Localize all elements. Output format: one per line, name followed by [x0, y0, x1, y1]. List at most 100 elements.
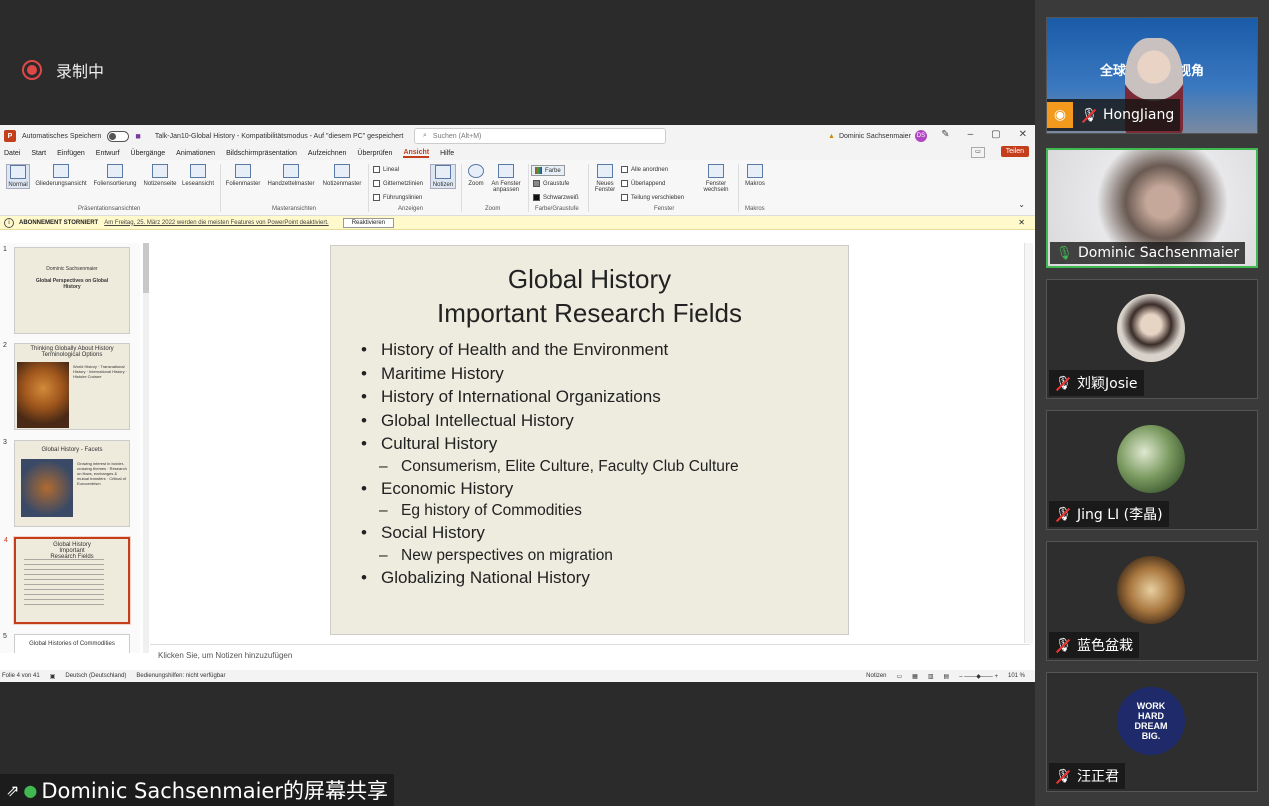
slide-thumbnail-5[interactable]: 5 Global Histories of Commodities [3, 633, 130, 653]
language-status[interactable]: Deutsch (Deutschland) [65, 673, 126, 679]
participant-tile-wang[interactable]: WORK HARD DREAM BIG. 🎙 汪正君 [1046, 672, 1258, 792]
cascade-button[interactable]: Überlappend [621, 180, 665, 187]
notes-status-button[interactable]: Notizen [866, 673, 886, 679]
thumb-title: Thinking Globally About History Terminol… [30, 346, 114, 358]
reading-view-button[interactable]: Leseansicht [180, 164, 216, 187]
slide-thumbnail-2[interactable]: 2 Thinking Globally About History Termin… [3, 342, 130, 430]
maximize-icon[interactable]: ▢ [991, 129, 1000, 140]
menu-einfuegen[interactable]: Einfügen [57, 150, 85, 157]
cascade-label: Überlappend [631, 180, 666, 187]
slide-sorter-button[interactable]: Foliensortierung [90, 164, 140, 187]
comment-icon[interactable]: ▭ [971, 147, 985, 158]
slide-title: Global History [507, 264, 672, 294]
slide-thumbnail-4[interactable]: 4 Global History Important Research Fiel… [4, 536, 131, 625]
move-split-button[interactable]: Teilung verschieben [621, 194, 684, 201]
search-icon: ⌕ [423, 132, 427, 139]
user-account[interactable]: ▲ Dominic Sachsenmaier DS [828, 130, 927, 142]
menu-datei[interactable]: Datei [4, 150, 20, 157]
macros-button[interactable]: Makros [742, 164, 768, 187]
ruler-checkbox[interactable]: Lineal [373, 166, 399, 173]
autosave-toggle[interactable] [107, 130, 130, 142]
notice-message[interactable]: Am Freitag, 25. März 2022 werden die mei… [104, 220, 328, 226]
menu-hilfe[interactable]: Hilfe [440, 150, 454, 157]
pen-icon[interactable]: ✎ [941, 129, 949, 140]
normal-view-button[interactable]: Normal [6, 164, 30, 189]
slide-master-icon [235, 164, 251, 178]
search-box[interactable]: ⌕ Suchen (Alt+M) [414, 128, 666, 144]
recording-indicator[interactable]: 录制中 [22, 58, 104, 82]
participant-tile-hongjiang[interactable]: 全球史的全球视角 ◉ 🎙 HongJiang [1046, 17, 1258, 134]
save-icon[interactable]: ■ [135, 131, 140, 141]
bullet-item: Maritime History [361, 362, 739, 386]
grayscale-button[interactable]: Graustufe [533, 180, 569, 187]
reading-view-icon[interactable]: ▥ [928, 673, 934, 680]
accessibility-status[interactable]: Bedienungshilfen: nicht verfügbar [136, 673, 225, 679]
gridlines-checkbox[interactable]: Gitternetzlinien [373, 180, 423, 187]
menu-entwurf[interactable]: Entwurf [96, 150, 120, 157]
user-name: Dominic Sachsenmaier [838, 132, 911, 140]
menu-animationen[interactable]: Animationen [176, 150, 215, 157]
notes-pane[interactable]: Klicken Sie, um Notizen hinzuzufügen [150, 644, 1030, 666]
slide-subtitle: Important Research Fields [437, 298, 742, 328]
slide-thumbnail-1[interactable]: 1 Dominic Sachsenmaier Global Perspectiv… [3, 246, 130, 334]
notes-master-button[interactable]: Notizenmaster [320, 164, 364, 187]
notes-page-button[interactable]: Notizenseite [141, 164, 179, 187]
participant-tile-josie[interactable]: 🎙 刘颖Josie [1046, 279, 1258, 399]
participant-name: 汪正君 [1077, 769, 1119, 785]
autosave-label: Automatisches Speichern [22, 132, 102, 140]
blackwhite-button[interactable]: Schwarzweiß [533, 194, 579, 201]
notes-toggle-button[interactable]: Notizen [430, 164, 456, 189]
zoom-slider[interactable]: – ——◆—— + [959, 673, 998, 680]
slide-thumbnail-3[interactable]: 3 Global History - Facets Growing intere… [3, 439, 130, 527]
slide-number: 5 [3, 633, 7, 640]
participant-tile-jingli[interactable]: 🎙 Jing LI (李晶) [1046, 410, 1258, 530]
normal-view-icon[interactable]: ▭ [897, 673, 903, 680]
participant-label: 🎙 刘颖Josie [1049, 370, 1144, 396]
artifact-image [21, 459, 73, 517]
guides-checkbox[interactable]: Führungslinien [373, 194, 422, 201]
participant-tile-dominic[interactable]: 🎙 Dominic Sachsenmaier [1046, 148, 1258, 268]
menu-uebergaenge[interactable]: Übergänge [131, 150, 166, 157]
menu-ansicht[interactable]: Ansicht [403, 149, 430, 158]
reactivate-button[interactable]: Reaktivieren [342, 217, 395, 228]
outline-view-button[interactable]: Gliederungsansicht [33, 164, 89, 187]
slide-number: 1 [3, 246, 7, 253]
group-zoom-label: Zoom [485, 206, 501, 212]
participant-name: HongJiang [1103, 107, 1175, 123]
editor-scrollbar[interactable] [1024, 243, 1033, 643]
thumb-author: Dominic Sachsenmaier [46, 266, 98, 272]
slideshow-icon[interactable]: ▤ [944, 673, 950, 680]
close-icon[interactable]: ✕ [1019, 129, 1027, 140]
thumb-bullet-lines [24, 559, 104, 609]
ribbon: Normal Gliederungsansicht Foliensortieru… [0, 160, 1035, 216]
handout-master-button[interactable]: Handzettelmaster [264, 164, 318, 187]
normal-view-icon [10, 165, 26, 179]
zoom-level[interactable]: 101 % [1008, 673, 1025, 679]
minimize-icon[interactable]: – [968, 129, 974, 140]
slide-canvas[interactable]: Global History Important Research Fields… [330, 245, 849, 635]
spellcheck-icon[interactable]: ▣ [50, 673, 56, 680]
new-window-button[interactable]: Neues Fenster [592, 164, 618, 193]
window-controls: ✎ – ▢ ✕ [941, 129, 1027, 140]
arrange-all-button[interactable]: Alle anordnen [621, 166, 668, 173]
participant-label: ◉ 🎙 HongJiang [1047, 99, 1181, 131]
bullet-item: Cultural History [361, 432, 739, 456]
menu-aufzeichnen[interactable]: Aufzeichnen [308, 150, 347, 157]
fit-window-button[interactable]: An Fenster anpassen [488, 164, 524, 193]
fit-window-icon [498, 164, 514, 178]
sorter-view-icon[interactable]: ▦ [912, 673, 918, 680]
thumbnail-scrollbar[interactable] [143, 243, 149, 653]
color-button[interactable]: Farbe [531, 165, 565, 176]
menu-bildschirmpraesentation[interactable]: Bildschirmpräsentation [226, 150, 297, 157]
switch-window-button[interactable]: Fenster wechseln [698, 164, 734, 193]
handout-master-label: Handzettelmaster [267, 181, 315, 187]
menu-ueberpruefen[interactable]: Überprüfen [357, 150, 392, 157]
menu-start[interactable]: Start [31, 150, 46, 157]
collapse-ribbon-icon[interactable]: ⌄ [1018, 200, 1025, 209]
slide-master-button[interactable]: Folienmaster [224, 164, 262, 187]
close-icon[interactable]: ✕ [1018, 218, 1025, 227]
file-title[interactable]: Talk-Jan10-Global History - Kompatibilit… [155, 133, 404, 140]
share-button[interactable]: Teilen [1000, 146, 1029, 157]
zoom-button[interactable]: Zoom [464, 164, 488, 187]
participant-tile-lanse[interactable]: 🎙 蓝色盆栽 [1046, 541, 1258, 661]
